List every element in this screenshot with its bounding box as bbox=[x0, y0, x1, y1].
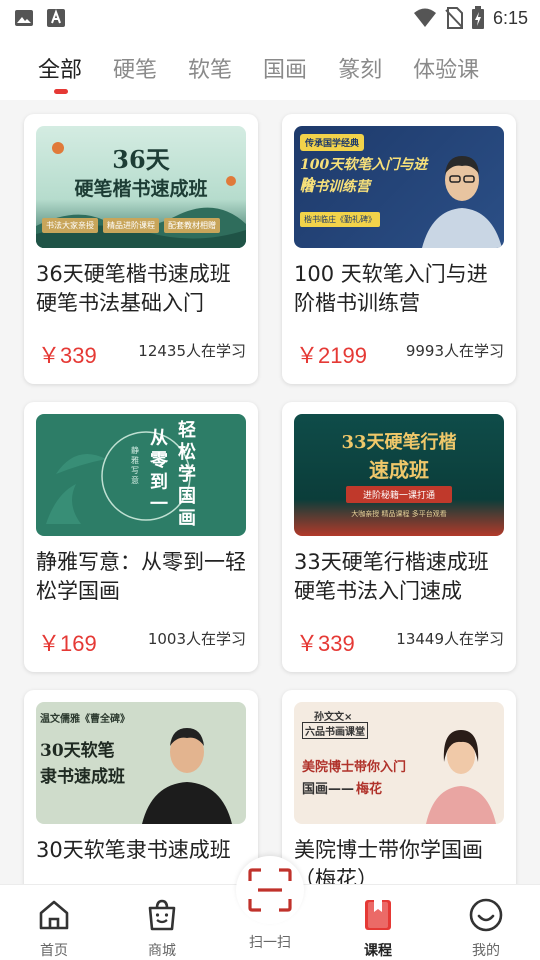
active-tab-indicator bbox=[54, 89, 68, 94]
tab-hard-pen[interactable]: 硬笔 bbox=[113, 52, 157, 84]
teacher-photo bbox=[422, 156, 502, 248]
status-bar: 6:15 bbox=[0, 0, 540, 36]
profile-smile-icon bbox=[469, 898, 503, 932]
course-price: ￥169 bbox=[38, 631, 97, 656]
clock-time: 6:15 bbox=[492, 7, 528, 28]
home-icon bbox=[39, 900, 69, 930]
thumb-tag: 精品进阶课程 bbox=[103, 218, 159, 233]
thumb-ribbon: 进阶秘籍一课打通 bbox=[346, 486, 452, 503]
nav-label: 我的 bbox=[472, 943, 500, 959]
course-card[interactable]: 温文儒雅《曹全碑》 30天软笔 隶书速成班 30天软笔隶书速成班 bbox=[24, 690, 258, 884]
course-thumbnail: 温文儒雅《曹全碑》 30天软笔 隶书速成班 bbox=[36, 702, 246, 824]
thumb-headline: 33天硬笔行楷 bbox=[341, 432, 457, 453]
thumb-badge: 传承国学经典 bbox=[300, 134, 365, 151]
battery-charging-icon bbox=[471, 6, 484, 29]
thumb-subheadline: 速成班 bbox=[369, 458, 429, 482]
nav-mine[interactable]: 我的 bbox=[432, 885, 540, 960]
nav-label: 商城 bbox=[148, 943, 176, 959]
course-price: ￥339 bbox=[38, 343, 97, 368]
thumb-badge: 温文儒雅《曹全碑》 bbox=[40, 714, 130, 725]
no-sim-icon bbox=[445, 7, 463, 29]
thumb-column-1: 从零到一 bbox=[150, 428, 168, 515]
thumb-subheadline: 国画—— bbox=[302, 782, 355, 797]
thumb-badge-2: 六品书画课堂 bbox=[302, 722, 368, 739]
tab-soft-brush[interactable]: 软笔 bbox=[188, 52, 232, 84]
category-tabs: 全部 硬笔 软笔 国画 篆刻 体验课 bbox=[0, 36, 540, 100]
teacher-photo bbox=[426, 730, 496, 824]
tab-chinese-painting[interactable]: 国画 bbox=[263, 52, 307, 84]
course-price: ￥339 bbox=[296, 631, 355, 656]
nav-label: 首页 bbox=[40, 943, 68, 959]
learner-count: 12435人在学习 bbox=[138, 342, 246, 360]
text-a-notification-icon bbox=[47, 9, 65, 27]
course-thumbnail: 孙文文× 六品书画课堂 美院博士带你入门 国画—— 梅花 bbox=[294, 702, 504, 824]
thumb-subheadline: 楷书训练营 bbox=[300, 179, 370, 195]
nav-home[interactable]: 首页 bbox=[0, 885, 108, 960]
course-card[interactable]: 传承国学经典 100天软笔入门与进阶 楷书训练营 楷书临庄《勤礼碑》 100 天… bbox=[282, 114, 516, 384]
course-card[interactable]: 静雅写意 从零到一 轻松学国画 静雅写意：从零到一轻松学国画 ￥169 1003… bbox=[24, 402, 258, 672]
course-title: 美院博士带你学国画（梅花） bbox=[294, 838, 483, 884]
course-title: 100 天软笔入门与进阶楷书训练营 bbox=[294, 262, 488, 315]
scan-icon bbox=[248, 868, 292, 912]
course-thumbnail: 33天硬笔行楷 速成班 进阶秘籍一课打通 大咖亲授 精品课程 多平台观看 bbox=[294, 414, 504, 536]
learner-count: 13449人在学习 bbox=[396, 630, 504, 648]
learner-count: 1003人在学习 bbox=[147, 630, 246, 648]
course-grid: 36天 硬笔楷书速成班 书法大家亲授 精品进阶课程 配套教材相赠 36天硬笔楷书… bbox=[0, 100, 540, 884]
thumb-column-2: 轻松学国画 bbox=[178, 420, 196, 529]
thumb-tag: 书法大家亲授 bbox=[42, 218, 98, 233]
tab-seal-carving[interactable]: 篆刻 bbox=[338, 52, 382, 84]
course-title: 36天硬笔楷书速成班 硬笔书法基础入门 bbox=[36, 262, 231, 315]
course-title: 静雅写意：从零到一轻松学国画 bbox=[36, 550, 246, 603]
course-price: ￥2199 bbox=[296, 343, 367, 368]
learner-count: 9993人在学习 bbox=[405, 342, 504, 360]
scan-label: 扫一扫 bbox=[249, 935, 291, 951]
course-book-icon bbox=[365, 900, 391, 930]
thumb-tag: 配套教材相赠 bbox=[164, 218, 220, 233]
thumb-subheadline: 隶书速成班 bbox=[40, 767, 125, 787]
shopping-bag-icon bbox=[148, 899, 176, 931]
tab-trial-class[interactable]: 体验课 bbox=[413, 52, 479, 84]
course-thumbnail: 36天 硬笔楷书速成班 书法大家亲授 精品进阶课程 配套教材相赠 bbox=[36, 126, 246, 248]
tab-all[interactable]: 全部 bbox=[38, 52, 82, 84]
thumb-note: 楷书临庄《勤礼碑》 bbox=[300, 212, 380, 227]
nav-course[interactable]: 课程 bbox=[324, 885, 432, 960]
thumb-headline: 美院博士带你入门 bbox=[302, 760, 407, 775]
thumb-highlight: 梅花 bbox=[356, 782, 383, 797]
thumb-headline: 36天 bbox=[112, 145, 170, 174]
thumb-badge: 孙文文× bbox=[314, 712, 353, 723]
course-card[interactable]: 36天 硬笔楷书速成班 书法大家亲授 精品进阶课程 配套教材相赠 36天硬笔楷书… bbox=[24, 114, 258, 384]
thumb-headline: 30天软笔 bbox=[40, 741, 115, 761]
course-thumbnail: 静雅写意 从零到一 轻松学国画 bbox=[36, 414, 246, 536]
image-notification-icon bbox=[15, 10, 33, 26]
scan-button[interactable] bbox=[236, 856, 304, 924]
thumb-tags: 书法大家亲授 精品进阶课程 配套教材相赠 bbox=[42, 218, 220, 233]
nav-mall[interactable]: 商城 bbox=[108, 885, 216, 960]
course-thumbnail: 传承国学经典 100天软笔入门与进阶 楷书训练营 楷书临庄《勤礼碑》 bbox=[294, 126, 504, 248]
thumb-subheadline: 硬笔楷书速成班 bbox=[74, 178, 208, 200]
course-card[interactable]: 33天硬笔行楷 速成班 进阶秘籍一课打通 大咖亲授 精品课程 多平台观看 33天… bbox=[282, 402, 516, 672]
course-title: 30天软笔隶书速成班 bbox=[36, 838, 231, 862]
teacher-photo bbox=[142, 728, 232, 824]
wifi-icon bbox=[413, 8, 436, 27]
course-card[interactable]: 孙文文× 六品书画课堂 美院博士带你入门 国画—— 梅花 美院博士带你学国画（梅… bbox=[282, 690, 516, 884]
thumb-footer: 大咖亲授 精品课程 多平台观看 bbox=[351, 510, 447, 518]
thumb-seal: 静雅写意 bbox=[131, 446, 139, 485]
nav-label: 课程 bbox=[364, 943, 392, 959]
course-title: 33天硬笔行楷速成班 硬笔书法入门速成 bbox=[294, 550, 489, 603]
